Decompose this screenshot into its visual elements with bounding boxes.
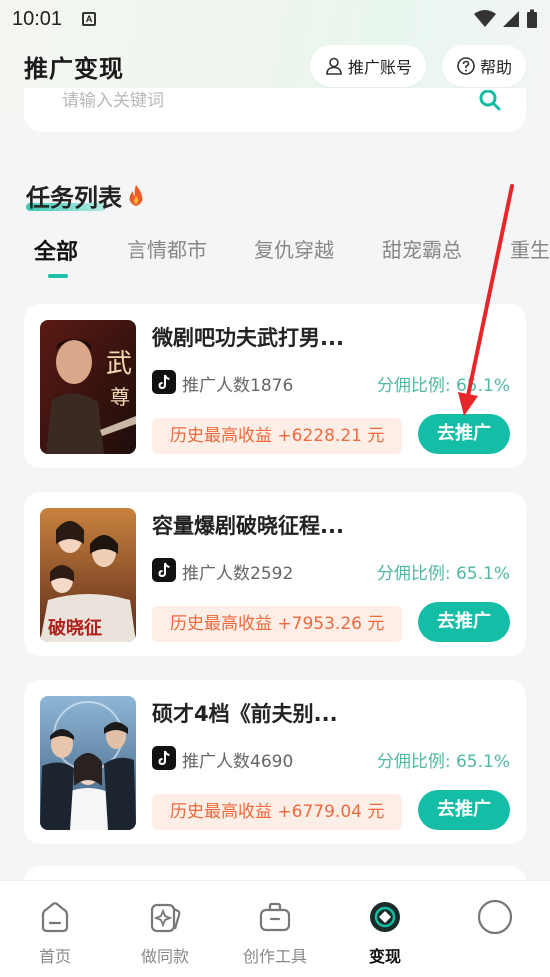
max-earnings-badge: 历史最高收益 +6779.04 元 bbox=[152, 794, 402, 830]
nav-profile[interactable] bbox=[455, 899, 535, 943]
promote-button[interactable]: 去推广 bbox=[418, 790, 510, 830]
toolbox-icon bbox=[259, 902, 291, 932]
tab-sweet-ceo[interactable]: 甜宠霸总 bbox=[382, 234, 462, 263]
wifi-icon bbox=[474, 10, 496, 27]
bottom-navigation: 首页 做同款 创作工具 变现 bbox=[0, 880, 550, 977]
question-icon bbox=[457, 57, 475, 75]
task-card[interactable]: 硕才4档《前夫别... 推广人数4690 分佣比例: 65.1% 历史最高收益 … bbox=[24, 680, 526, 844]
search-icon[interactable] bbox=[478, 90, 502, 114]
task-card[interactable]: 破晓征 容量爆剧破晓征程... 推广人数2592 分佣比例: 65.1% 历史最… bbox=[24, 492, 526, 656]
status-bar: 10:01 A bbox=[0, 0, 550, 38]
nav-monetize[interactable]: 变现 bbox=[345, 899, 425, 967]
douyin-icon bbox=[152, 558, 176, 582]
search-bar[interactable]: 请输入关键词 bbox=[24, 88, 526, 132]
status-indicators bbox=[474, 9, 538, 29]
help-label: 帮助 bbox=[479, 58, 512, 77]
task-list-heading: 任务列表 bbox=[26, 178, 146, 213]
max-earnings-badge: 历史最高收益 +6228.21 元 bbox=[152, 418, 402, 454]
tab-rebirth[interactable]: 重生 bbox=[510, 234, 550, 263]
svg-text:武: 武 bbox=[106, 349, 132, 379]
signal-icon bbox=[503, 11, 519, 27]
search-placeholder: 请输入关键词 bbox=[62, 91, 164, 108]
help-button[interactable]: 帮助 bbox=[441, 45, 526, 87]
category-tabs: 全部 言情都市 复仇穿越 甜宠霸总 重生 bbox=[0, 234, 550, 280]
douyin-icon bbox=[152, 746, 176, 770]
nav-make-same-label: 做同款 bbox=[140, 947, 189, 966]
commission-ratio: 分佣比例: 65.1% bbox=[376, 376, 510, 396]
promote-button[interactable]: 去推广 bbox=[418, 414, 510, 454]
max-earnings-badge: 历史最高收益 +7953.26 元 bbox=[152, 606, 402, 642]
nav-monetize-label: 变现 bbox=[368, 947, 401, 966]
drama-cover-image: 破晓征 bbox=[40, 508, 136, 642]
profile-circle-icon bbox=[477, 899, 513, 935]
fire-icon bbox=[129, 184, 143, 206]
tab-revenge-time-travel[interactable]: 复仇穿越 bbox=[254, 234, 334, 263]
commission-ratio: 分佣比例: 65.1% bbox=[376, 752, 510, 772]
sparkle-card-icon bbox=[150, 903, 181, 933]
nav-home[interactable]: 首页 bbox=[15, 899, 95, 967]
douyin-icon bbox=[152, 370, 176, 394]
drama-title: 微剧吧功夫武打男... bbox=[152, 326, 344, 350]
app-header: 推广变现 推广账号 帮助 bbox=[0, 40, 550, 92]
commission-ratio: 分佣比例: 65.1% bbox=[376, 564, 510, 584]
promotion-account-label: 推广账号 bbox=[347, 58, 412, 77]
active-tab-indicator bbox=[48, 274, 68, 278]
task-list-title: 任务列表 bbox=[26, 184, 122, 212]
user-icon bbox=[326, 57, 342, 75]
tab-romance-city[interactable]: 言情都市 bbox=[127, 234, 207, 263]
promoter-count: 推广人数4690 bbox=[182, 752, 294, 772]
promotion-account-button[interactable]: 推广账号 bbox=[309, 45, 426, 87]
svg-text:尊: 尊 bbox=[110, 385, 130, 409]
drama-cover-image: 武 尊 bbox=[40, 320, 136, 454]
task-card[interactable]: 武 尊 微剧吧功夫武打男... 推广人数1876 分佣比例: 65.1% 历史最… bbox=[24, 304, 526, 468]
monetize-icon bbox=[370, 902, 400, 932]
battery-icon bbox=[527, 9, 537, 28]
nav-creation-tools-label: 创作工具 bbox=[242, 947, 307, 966]
svg-text:破晓征: 破晓征 bbox=[48, 617, 102, 639]
notification-badge-icon: A bbox=[82, 12, 97, 26]
promoter-count: 推广人数2592 bbox=[182, 564, 294, 584]
status-time: 10:01 bbox=[12, 7, 63, 30]
drama-title: 容量爆剧破晓征程... bbox=[152, 514, 344, 538]
nav-home-label: 首页 bbox=[38, 947, 71, 966]
home-icon bbox=[41, 902, 69, 933]
promoter-count: 推广人数1876 bbox=[182, 376, 294, 396]
page-title: 推广变现 bbox=[24, 54, 124, 83]
tab-all[interactable]: 全部 bbox=[34, 234, 78, 266]
drama-cover-image bbox=[40, 696, 136, 830]
promote-button[interactable]: 去推广 bbox=[418, 602, 510, 642]
nav-make-same[interactable]: 做同款 bbox=[125, 899, 205, 967]
drama-title: 硕才4档《前夫别... bbox=[152, 702, 338, 726]
nav-creation-tools[interactable]: 创作工具 bbox=[235, 899, 315, 967]
